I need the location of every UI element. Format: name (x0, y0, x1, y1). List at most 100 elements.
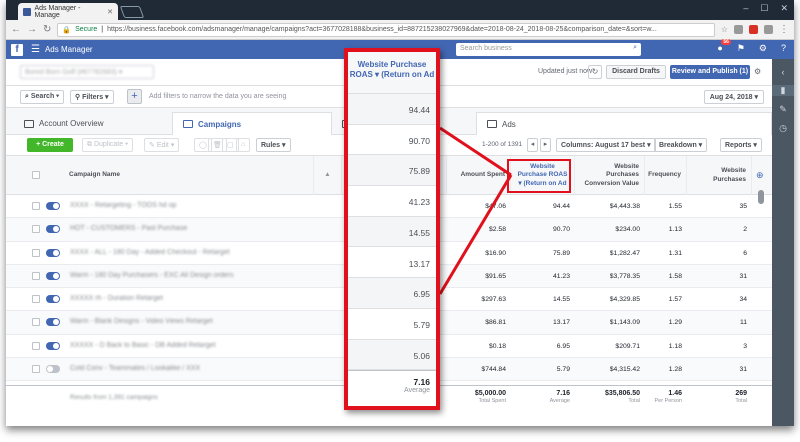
extension-icon-red[interactable] (749, 25, 758, 34)
prev-page-icon[interactable]: ◂ (527, 138, 538, 152)
reload-icon[interactable]: ↻ (43, 24, 51, 35)
campaign-name[interactable]: Warm - 180 Day Purchasers - EXC All Desi… (70, 272, 234, 279)
campaign-toggle[interactable] (46, 271, 60, 280)
notifications-icon[interactable]: ● 56 (717, 39, 731, 54)
tag-icon[interactable]: ⌂ (236, 138, 251, 152)
footer-amount-value: $5,000.00 (474, 390, 506, 397)
url-field[interactable]: 🔒 Secure | https://business.facebook.com… (57, 22, 715, 37)
campaign-name[interactable]: XXXX - ALL - 180 Day - Added Checkout - … (70, 249, 230, 256)
duplicate-button[interactable]: ⧉ Duplicate ▾ (82, 138, 134, 152)
collapse-rail-icon[interactable]: ‹ (772, 67, 794, 77)
zoom-roas-value: 13.17 (348, 247, 436, 279)
minimize-icon[interactable]: – (743, 3, 748, 14)
select-all-checkbox[interactable] (32, 171, 40, 179)
campaign-toggle[interactable] (46, 365, 60, 374)
footer-amount: $5,000.00 Total Spent (447, 390, 511, 404)
purchases-cell: 11 (739, 319, 747, 327)
refresh-icon[interactable]: ↻ (588, 65, 602, 79)
back-icon[interactable]: ← (11, 24, 21, 35)
col-conversion-value[interactable]: Website Purchases Conversion Value (575, 156, 645, 195)
url-separator: | (101, 26, 104, 33)
search-button[interactable]: ⌕ Search ▾ (20, 90, 65, 104)
row-checkbox[interactable] (32, 225, 40, 234)
campaign-toggle[interactable] (46, 225, 60, 234)
breakdown-button[interactable]: Breakdown ▾ (654, 138, 708, 152)
chart-icon[interactable]: ▮ (772, 85, 794, 96)
edit-label: Edit (156, 142, 169, 149)
history-icon[interactable]: ◷ (772, 123, 794, 134)
col-amount-spent[interactable]: Amount Spent (447, 156, 511, 195)
campaign-name[interactable]: XXXXX - D Back to Basic - DB Added Retar… (70, 342, 216, 349)
campaign-toggle[interactable] (46, 295, 60, 304)
tab-account-overview[interactable]: Account Overview (14, 112, 113, 135)
account-selector[interactable]: Bored Born Golf (#67782683) ▾ (20, 65, 154, 79)
col-website-purchase-roas[interactable]: Website Purchase ROAS ▾ (Return on Ad (511, 156, 575, 195)
campaign-name[interactable]: HOT - CUSTOMERS - Past Purchase (70, 225, 187, 232)
business-search-input[interactable]: Search business ⌕ (456, 43, 641, 56)
purchases-cell: 2 (743, 226, 747, 234)
table-scrollbar[interactable] (758, 190, 764, 204)
facebook-logo-icon[interactable]: f (11, 43, 23, 56)
columns-button[interactable]: Columns: August 17 best ▾ (556, 138, 656, 152)
extension-icon[interactable] (734, 25, 743, 34)
purchases-cell: 35 (739, 203, 747, 210)
footer-conv-sub: Total (628, 398, 640, 404)
review-publish-button[interactable]: Review and Publish (1) (670, 65, 750, 79)
edit-pencil-icon[interactable]: ✎ (772, 104, 794, 115)
close-tab-icon[interactable]: ✕ (107, 8, 113, 16)
help-icon[interactable]: ? (781, 43, 786, 54)
search-icon[interactable]: ⌕ (633, 44, 637, 52)
campaign-name[interactable]: Cold Conv - Teammates / Lookalike / XXX (70, 365, 200, 372)
forward-icon[interactable]: → (27, 24, 37, 35)
hamburger-menu-icon[interactable]: ☰ (31, 44, 40, 55)
campaign-toggle[interactable] (46, 318, 60, 327)
campaign-toggle[interactable] (46, 202, 60, 210)
campaign-name[interactable]: XXXXX rh - Duration Retarget (70, 295, 163, 302)
rules-button[interactable]: Rules ▾ (256, 138, 291, 152)
right-rail: ‹ ▮ ✎ ◷ (772, 59, 794, 426)
row-checkbox[interactable] (32, 295, 40, 304)
create-button[interactable]: + Create (27, 138, 73, 152)
col-website-purchases[interactable]: Website Purchases (687, 156, 752, 195)
footer-conv: $35,806.50 Total (575, 390, 645, 404)
discard-drafts-button[interactable]: Discard Drafts (606, 65, 666, 79)
col-warnings[interactable]: ▲ (314, 156, 342, 195)
row-checkbox[interactable] (32, 202, 40, 210)
new-tab-button[interactable] (119, 6, 145, 18)
add-filter-button[interactable]: + (127, 89, 142, 104)
amount-spent-cell: $47.06 (485, 203, 506, 210)
conversion-value-cell: $1,143.09 (609, 319, 640, 327)
col-frequency[interactable]: Frequency (645, 156, 687, 195)
flag-icon[interactable]: ⚑ (737, 43, 745, 54)
tab-ads[interactable]: Ads (476, 112, 772, 135)
campaign-name[interactable]: XXXX - Retargeting - TOOS hd op (70, 202, 176, 209)
zoom-footer-value: 7.16 (413, 377, 430, 387)
zoom-roas-value: 5.06 (348, 339, 436, 371)
campaign-name[interactable]: Warm - Blank Designs - Video Views Retar… (70, 318, 213, 325)
next-page-icon[interactable]: ▸ (540, 138, 551, 152)
reports-button[interactable]: Reports ▾ (720, 138, 762, 152)
extension-icon-2[interactable] (764, 25, 773, 34)
browser-tab[interactable]: Ads Manager - Manage ✕ (18, 3, 118, 20)
chrome-menu-icon[interactable]: ⋮ (779, 24, 789, 35)
edit-button[interactable]: ✎ Edit ▾ (144, 138, 180, 152)
row-checkbox[interactable] (32, 318, 40, 327)
filters-button[interactable]: ⚲ Filters ▾ (70, 90, 114, 104)
close-window-icon[interactable]: ✕ (780, 3, 788, 14)
roas-zoom-callout: Website Purchase ROAS ▾ (Return on Ad 7.… (344, 48, 440, 410)
col-campaign-name[interactable]: Campaign Name (64, 156, 314, 195)
add-column-icon[interactable]: ⊕ (756, 170, 764, 181)
settings-gear-icon[interactable]: ⚙ (759, 43, 767, 54)
campaign-toggle[interactable] (46, 341, 60, 350)
maximize-icon[interactable]: ☐ (760, 3, 768, 14)
bookmark-star-icon[interactable]: ☆ (721, 25, 728, 34)
date-range-picker[interactable]: Aug 24, 2018 ▾ (703, 90, 764, 104)
row-checkbox[interactable] (32, 271, 40, 280)
row-checkbox[interactable] (32, 248, 40, 257)
tab-campaigns[interactable]: Campaigns (172, 112, 332, 135)
zoom-roas-value: 14.55 (348, 216, 436, 248)
row-checkbox[interactable] (32, 341, 40, 350)
row-checkbox[interactable] (32, 365, 40, 374)
campaign-toggle[interactable] (46, 248, 60, 257)
account-settings-icon[interactable]: ⚙ (754, 67, 761, 76)
